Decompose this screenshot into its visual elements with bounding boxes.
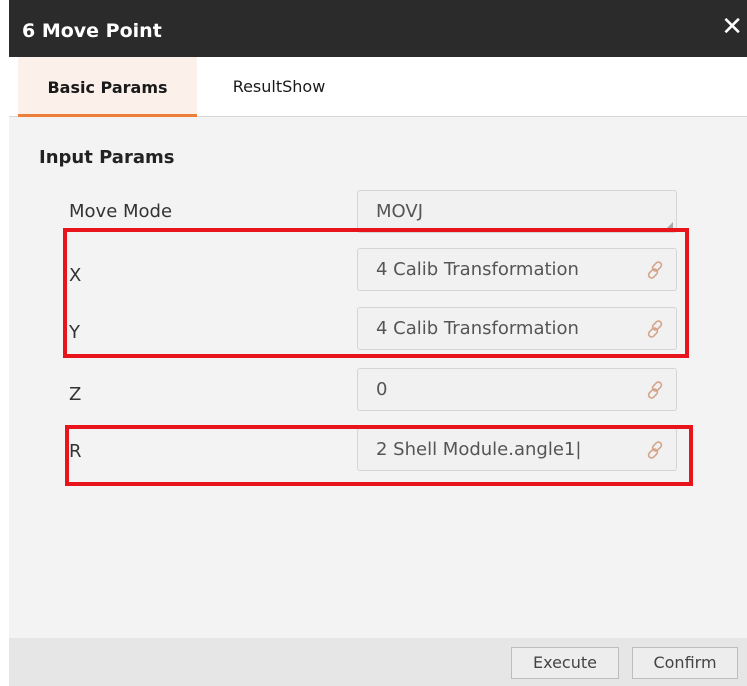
move-mode-value: MOVJ bbox=[376, 201, 424, 222]
move-point-dialog: 6 Move Point ✕ Basic Params ResultShow I… bbox=[9, 0, 747, 686]
confirm-button[interactable]: Confirm bbox=[632, 647, 738, 679]
link-icon[interactable] bbox=[645, 380, 665, 400]
tab-bar: Basic Params ResultShow bbox=[9, 57, 747, 117]
z-input[interactable]: 0 bbox=[357, 368, 677, 411]
close-icon[interactable]: ✕ bbox=[721, 12, 743, 42]
param-label-z: Z bbox=[69, 384, 82, 405]
tab-result-show[interactable]: ResultShow bbox=[219, 57, 339, 117]
title-bar: 6 Move Point ✕ bbox=[9, 0, 747, 57]
execute-button[interactable]: Execute bbox=[511, 647, 619, 679]
dialog-title: 6 Move Point bbox=[22, 20, 162, 42]
footer-bar: Execute Confirm bbox=[9, 638, 747, 686]
tab-basic-params[interactable]: Basic Params bbox=[18, 57, 197, 117]
z-value: 0 bbox=[376, 379, 388, 400]
param-label-move-mode: Move Mode bbox=[69, 201, 173, 222]
highlight-box-xy bbox=[63, 228, 689, 358]
highlight-box-r bbox=[65, 425, 693, 486]
section-title: Input Params bbox=[39, 147, 175, 168]
move-mode-select[interactable]: MOVJ bbox=[357, 190, 677, 233]
